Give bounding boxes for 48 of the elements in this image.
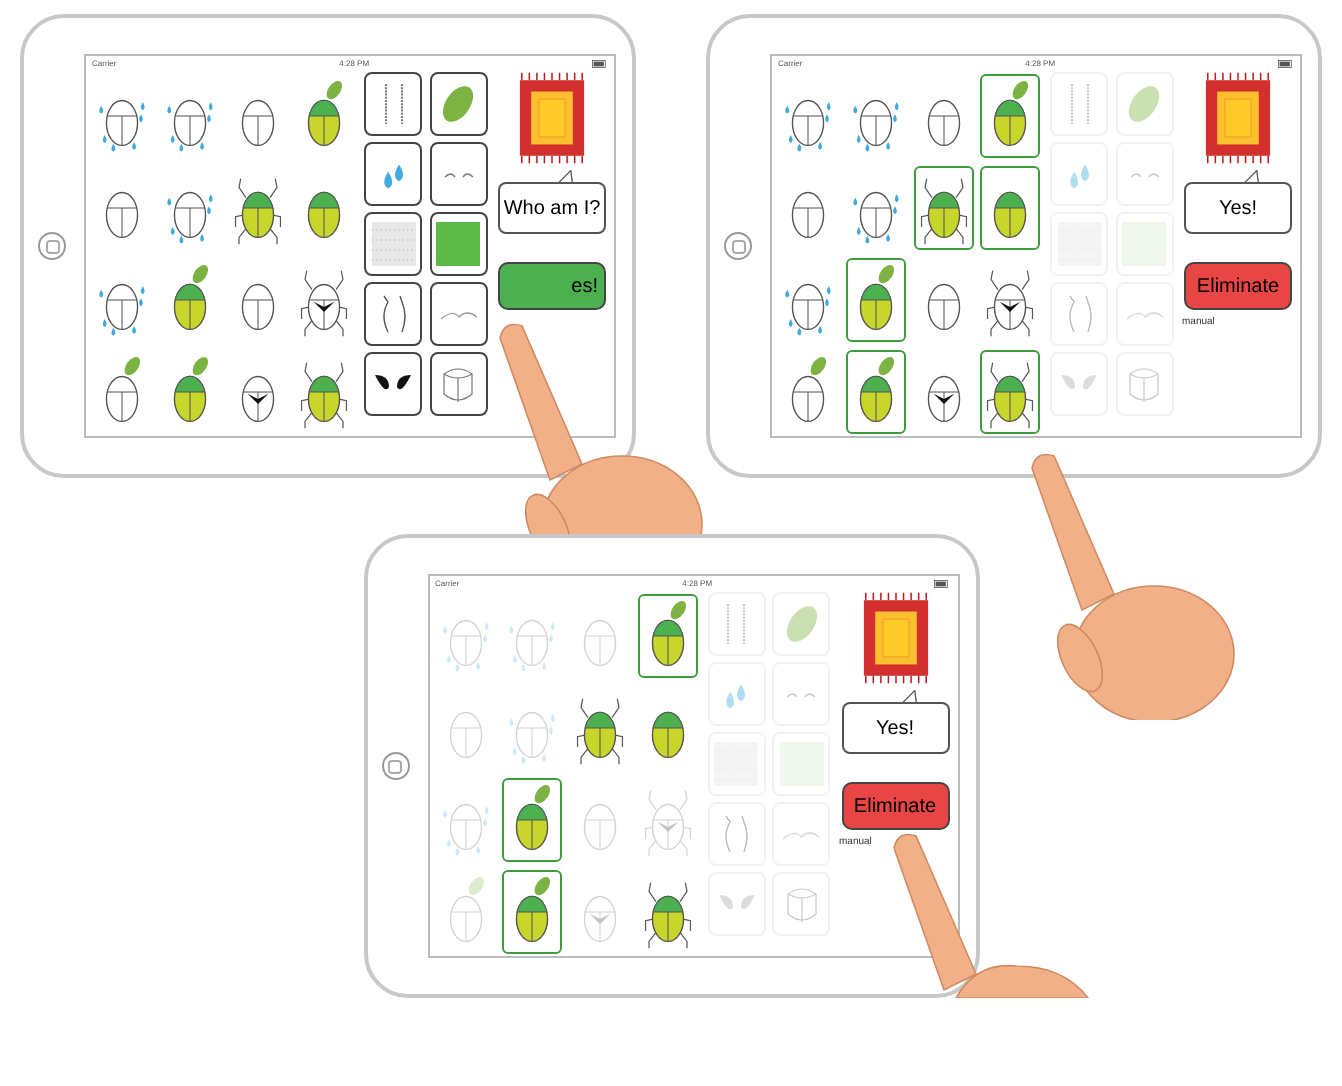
feature-tile[interactable]	[364, 282, 422, 346]
beetle-card[interactable]	[845, 258, 906, 342]
beetle-card[interactable]	[980, 166, 1041, 250]
beetle-card[interactable]	[913, 166, 973, 250]
feature-tile[interactable]	[364, 352, 422, 416]
eyes-icon	[443, 170, 473, 178]
beetle-card[interactable]	[980, 74, 1041, 158]
curve-icon	[1125, 309, 1163, 319]
feature-tile[interactable]	[429, 282, 487, 346]
feature-tile[interactable]	[429, 212, 487, 276]
feature-tile[interactable]	[429, 72, 487, 136]
swatch-icon	[436, 222, 480, 266]
spots-icon	[717, 894, 755, 914]
speech-bubble: Yes!	[1184, 182, 1292, 234]
bubble-tail-icon	[901, 690, 917, 704]
eyes-icon	[1129, 170, 1159, 178]
beetle-card[interactable]	[502, 870, 563, 954]
beetle-card[interactable]	[637, 594, 698, 678]
confirm-button[interactable]: es!	[498, 262, 606, 310]
home-button[interactable]	[38, 232, 66, 260]
battery-icon	[1277, 59, 1294, 67]
feature-tile[interactable]	[364, 212, 422, 276]
rug-drawing	[1204, 72, 1272, 164]
rug-drawing	[518, 72, 586, 164]
speech-bubble: Who am I?	[498, 182, 606, 234]
feature-tile[interactable]	[364, 72, 422, 136]
battery-icon	[591, 59, 608, 67]
feature-tile[interactable]	[364, 142, 422, 206]
feature-tile[interactable]	[429, 142, 487, 206]
spots-icon	[374, 374, 412, 394]
eliminate-button[interactable]: Eliminate	[1184, 262, 1292, 310]
curve-icon	[439, 309, 477, 319]
spots-icon	[1060, 374, 1098, 394]
beetle-card[interactable]	[980, 350, 1041, 434]
home-button[interactable]	[724, 232, 752, 260]
battery-icon	[934, 579, 951, 587]
dotted-texture-icon	[371, 222, 415, 266]
speech-bubble: Yes!	[841, 702, 949, 754]
beetle-card[interactable]	[845, 350, 906, 434]
eliminate-button[interactable]: Eliminate	[841, 782, 949, 830]
feature-tile[interactable]	[429, 352, 487, 416]
beetle-card[interactable]	[502, 778, 563, 862]
bubble-tail-icon	[558, 170, 574, 184]
eyes-icon	[786, 690, 816, 698]
home-button[interactable]	[381, 752, 409, 780]
curve-icon	[782, 829, 820, 839]
rug-drawing	[861, 592, 929, 684]
bubble-tail-icon	[1244, 170, 1260, 184]
